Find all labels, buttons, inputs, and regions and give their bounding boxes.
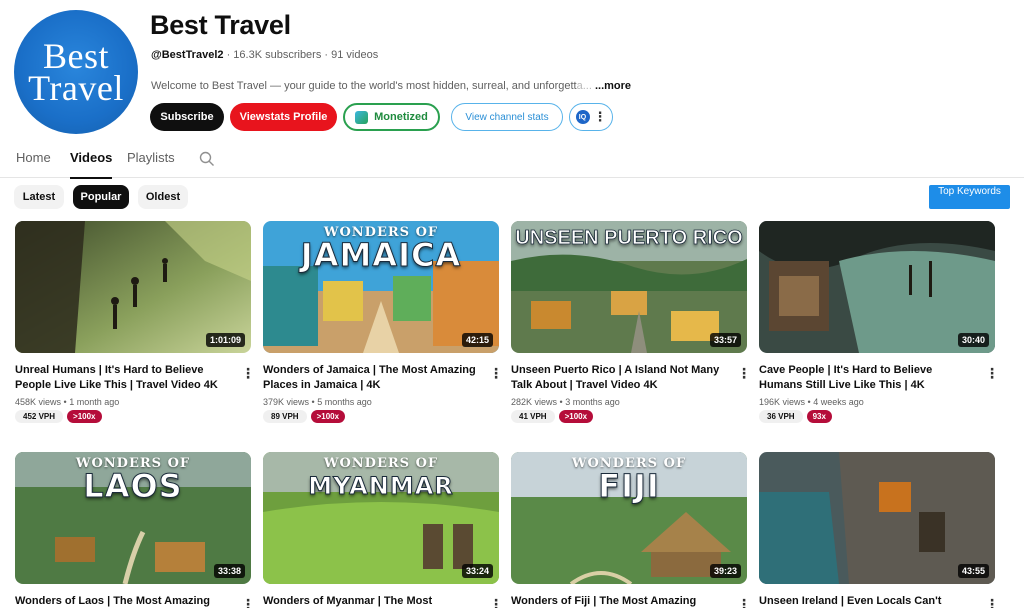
video-duration: 30:40 [957, 333, 989, 347]
vph-badge: 41 VPH [511, 410, 555, 423]
more-link[interactable]: ...more [595, 80, 631, 92]
thumbnail-text-main: LAOS [83, 467, 183, 506]
extension-icon: IQ [575, 110, 590, 124]
video-meta: 379K views • 5 months ago [263, 397, 372, 407]
video-duration: 43:55 [957, 564, 989, 578]
video-meta: 458K views • 1 month ago [15, 397, 120, 407]
video-title[interactable]: Wonders of Jamaica | The Most Amazing Pl… [263, 363, 479, 393]
video-card[interactable]: 43:55 Unseen Ireland | Even Locals Can't… [759, 452, 999, 608]
video-card[interactable]: WONDERS OF MYANMAR 33:24 Wonders of Myan… [263, 452, 503, 608]
video-title[interactable]: Unseen Ireland | Even Locals Can't Belie… [759, 594, 975, 608]
subscriber-count: 16.3K subscribers [233, 49, 322, 61]
video-thumbnail[interactable]: WONDERS OF JAMAICA 42:15 [263, 221, 499, 353]
top-keywords-button[interactable]: Top Keywords [929, 185, 1010, 209]
video-menu-icon[interactable]: ⋮ [241, 365, 255, 382]
video-views: 458K views [15, 397, 62, 407]
thumbnail-text-main: JAMAICA [300, 236, 462, 275]
video-age: 4 weeks ago [813, 397, 864, 407]
channel-tabs: Home Videos Playlists [0, 140, 1024, 179]
video-duration: 1:01:09 [205, 333, 245, 347]
monetized-icon [355, 110, 369, 124]
view-channel-stats-button[interactable]: View channel stats [451, 103, 563, 131]
avatar-text-line2: Travel [28, 68, 124, 108]
video-thumbnail[interactable]: WONDERS OF FIJI 39:23 [511, 452, 747, 584]
channel-avatar[interactable]: Best Travel [14, 10, 138, 134]
video-meta: 282K views • 3 months ago [511, 397, 620, 407]
video-age: 5 months ago [317, 397, 372, 407]
video-menu-icon[interactable]: ⋮ [737, 596, 751, 608]
search-icon[interactable] [199, 151, 215, 167]
thumbnail-text-main: FIJI [598, 467, 660, 506]
video-menu-icon[interactable]: ⋮ [489, 365, 503, 382]
video-duration: 42:15 [461, 333, 493, 347]
viewstats-profile-button[interactable]: Viewstats Profile [230, 103, 337, 131]
multiplier-badge: >100x [558, 410, 594, 423]
video-thumbnail[interactable]: 43:55 [759, 452, 995, 584]
multiplier-badge: 93x [806, 410, 832, 423]
thumbnail-text-top: WONDERS OF [323, 456, 439, 471]
chip-popular[interactable]: Popular [73, 185, 129, 209]
video-title[interactable]: Wonders of Myanmar | The Most Amazing [263, 594, 479, 608]
multiplier-badge: >100x [310, 410, 346, 423]
description-fade: a... [576, 80, 592, 92]
channel-meta: @BestTravel2 · 16.3K subscribers · 91 vi… [151, 49, 379, 61]
video-menu-icon[interactable]: ⋮ [241, 596, 255, 608]
top-keywords-label: Top Keywords [938, 186, 1001, 197]
video-menu-icon[interactable]: ⋮ [985, 365, 999, 382]
video-card[interactable]: WONDERS OF LAOS 33:38 Wonders of Laos | … [15, 452, 255, 608]
tab-videos[interactable]: Videos [70, 150, 113, 179]
video-age: 3 months ago [565, 397, 620, 407]
video-duration: 33:24 [461, 564, 493, 578]
chip-oldest[interactable]: Oldest [138, 185, 188, 209]
video-card[interactable]: WONDERS OF JAMAICA 42:15 Wonders of Jama… [263, 221, 503, 423]
video-age: 1 month ago [69, 397, 120, 407]
video-card[interactable]: WONDERS OF FIJI 39:23 Wonders of Fiji | … [511, 452, 751, 608]
monetized-label: Monetized [374, 111, 428, 123]
thumbnail-text-main: MYANMAR [308, 472, 454, 501]
video-thumbnail[interactable]: WONDERS OF LAOS 33:38 [15, 452, 251, 584]
video-title[interactable]: Wonders of Laos | The Most Amazing Place… [15, 594, 231, 608]
video-title[interactable]: Wonders of Fiji | The Most Amazing Place… [511, 594, 727, 608]
video-views: 196K views [759, 397, 806, 407]
video-card[interactable]: 1:01:09 Unreal Humans | It's Hard to Bel… [15, 221, 255, 423]
kebab-menu-icon: ⋮ [593, 109, 607, 124]
video-card[interactable]: UNSEEN PUERTO RICO 33:57 Unseen Puerto R… [511, 221, 751, 423]
monetized-button[interactable]: Monetized [343, 103, 440, 131]
extension-menu-button[interactable]: IQ ⋮ [569, 103, 613, 131]
video-duration: 39:23 [709, 564, 741, 578]
channel-handle: @BestTravel2 [151, 49, 224, 61]
thumbnail-text-main: UNSEEN PUERTO RICO [515, 227, 743, 250]
video-title[interactable]: Unseen Puerto Rico | A Island Not Many T… [511, 363, 727, 393]
video-thumbnail[interactable]: 30:40 [759, 221, 995, 353]
subscribe-button[interactable]: Subscribe [150, 103, 224, 131]
multiplier-badge: >100x [67, 410, 102, 423]
video-menu-icon[interactable]: ⋮ [737, 365, 751, 382]
chip-latest[interactable]: Latest [14, 185, 64, 209]
video-thumbnail[interactable]: WONDERS OF MYANMAR 33:24 [263, 452, 499, 584]
video-views: 282K views [511, 397, 558, 407]
video-duration: 33:38 [213, 564, 245, 578]
video-meta: 196K views • 4 weeks ago [759, 397, 864, 407]
tab-home[interactable]: Home [16, 150, 51, 165]
video-duration: 33:57 [709, 333, 741, 347]
description-text: Welcome to Best Travel — your guide to t… [151, 80, 577, 92]
video-views: 379K views [263, 397, 310, 407]
vph-badge: 36 VPH [759, 410, 803, 423]
video-menu-icon[interactable]: ⋮ [985, 596, 999, 608]
video-thumbnail[interactable]: UNSEEN PUERTO RICO 33:57 [511, 221, 747, 353]
vph-badge: 89 VPH [263, 410, 307, 423]
video-count: 91 videos [331, 49, 379, 61]
video-thumbnail[interactable]: 1:01:09 [15, 221, 251, 353]
video-title[interactable]: Cave People | It's Hard to Believe Human… [759, 363, 975, 393]
channel-description[interactable]: Welcome to Best Travel — your guide to t… [151, 80, 631, 92]
video-card[interactable]: 30:40 Cave People | It's Hard to Believe… [759, 221, 999, 423]
channel-name: Best Travel [150, 10, 291, 40]
video-title[interactable]: Unreal Humans | It's Hard to Believe Peo… [15, 363, 231, 393]
video-menu-icon[interactable]: ⋮ [489, 596, 503, 608]
tab-playlists[interactable]: Playlists [127, 150, 175, 165]
vph-badge: 452 VPH [15, 410, 64, 423]
